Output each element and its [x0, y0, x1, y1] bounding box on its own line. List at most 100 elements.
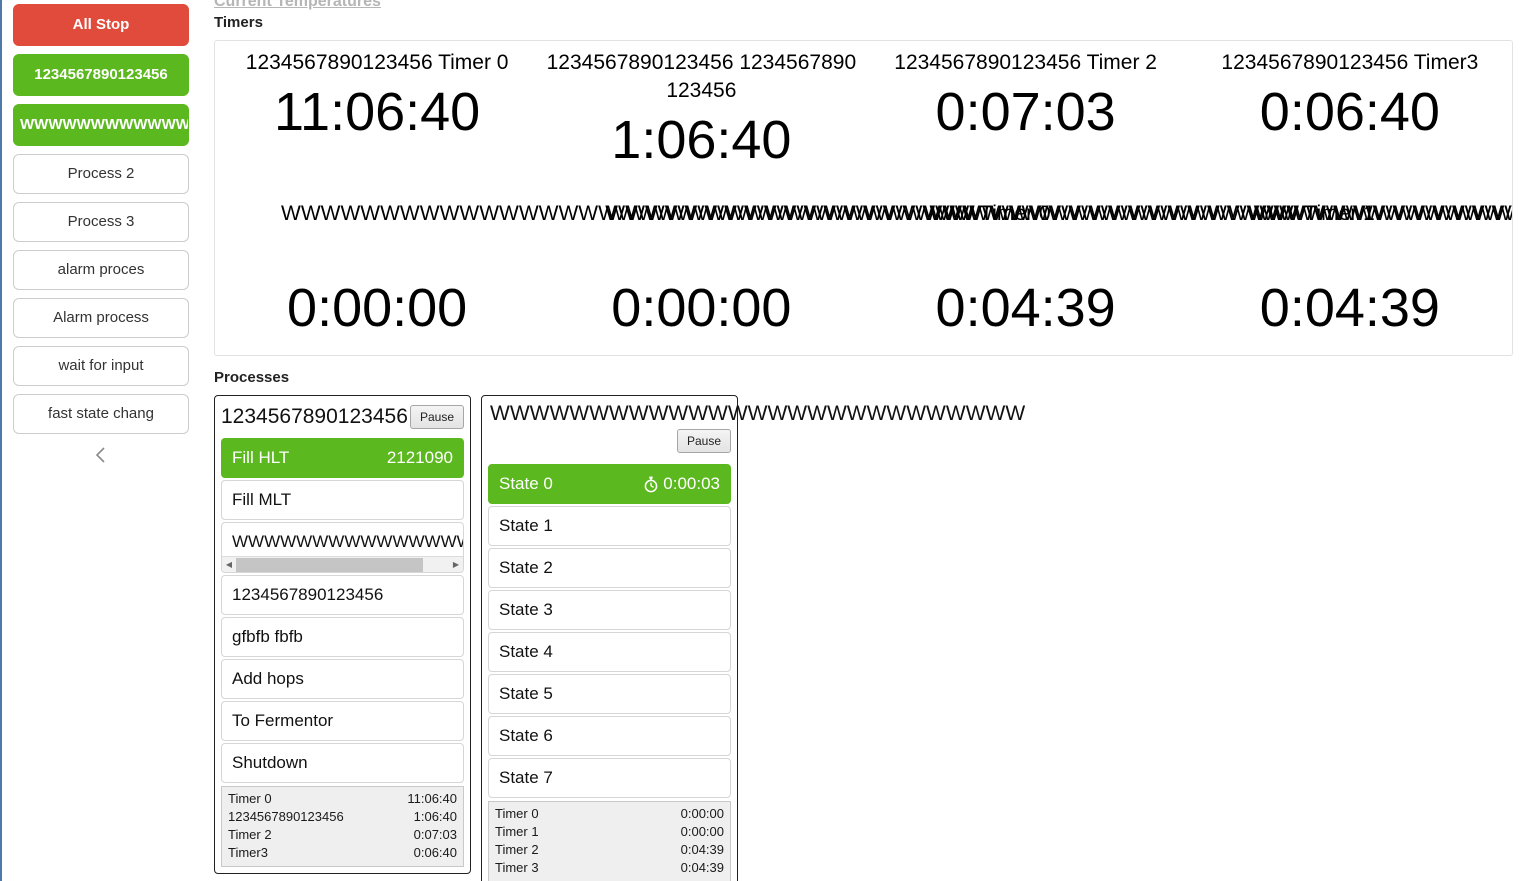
timer-cell-0: 1234567890123456 Timer 0 11:06:40 — [215, 41, 539, 199]
stopwatch-icon — [644, 476, 658, 492]
sidebar-button-8[interactable]: fast state chang — [13, 394, 189, 434]
timer-value: 1:06:40 — [611, 110, 792, 170]
timer-cell-5: WWWWWWWWWWWWWWWWWWWWWWWWWWWWWWWWWWW Time… — [539, 199, 1375, 355]
processes-row: 1234567890123456 Pause Fill HLT 2121090 Fill… — [214, 395, 1513, 881]
sidebar-button-2[interactable]: WWWWWWWWWWWWWWWWWWWWWW — [13, 104, 189, 146]
timers-panel: 1234567890123456 Timer 0 11:06:40 12345678… — [214, 40, 1513, 356]
state-item[interactable]: State 3 — [488, 590, 731, 630]
state-item-label: Shutdown — [232, 753, 308, 772]
state-item-label: State 6 — [499, 726, 553, 745]
process-timer-name: Timer3 — [228, 845, 268, 860]
process-timer-name: 1234567890123456 — [228, 809, 344, 824]
timers-grid-row2: WWWWWWWWWWWWWWWWWWWWWWWWWWWWWWWWWWW Time… — [215, 199, 1512, 355]
sidebar-button-4[interactable]: Process 3 — [13, 202, 189, 242]
pause-button[interactable]: Pause — [409, 405, 464, 429]
state-item-label: Fill HLT — [232, 448, 290, 467]
timer-label: 1234567890123456 Timer 2 — [894, 51, 1157, 74]
process-card-header: WWWWWWWWWWWWWWWWWWWWWWWWWWW Pause — [488, 401, 1025, 459]
process-timer-name: Timer 3 — [495, 860, 539, 875]
process-card-title: WWWWWWWWWWWWWWWWWWWWWWWWWWW — [490, 402, 1026, 425]
process-timer-name: Timer 0 — [495, 806, 539, 821]
state-item-label: State 1 — [499, 516, 553, 535]
state-item-label: gfbfb fbfb — [232, 627, 303, 646]
state-item[interactable]: Fill HLT 2121090 — [221, 438, 464, 478]
process-card-title: 1234567890123456 — [221, 405, 408, 428]
process-timer-value: 0:00:00 — [680, 806, 724, 821]
state-item[interactable]: Add hops — [221, 659, 464, 699]
sidebar-collapse-button[interactable] — [13, 442, 189, 468]
timer-label: 1234567890123456 Timer 0 — [245, 51, 509, 74]
process-timer-row: Timer 2 0:07:03 — [228, 826, 457, 844]
sidebar-button-7[interactable]: wait for input — [13, 346, 189, 386]
process-timer-list: Timer 0 11:06:40 1234567890123456 1:06:40 Ti… — [221, 786, 464, 867]
process-timer-value: 11:06:40 — [407, 791, 457, 806]
state-item-label: To Fermentor — [232, 711, 334, 730]
timer-cell-3: 1234567890123456 Timer3 0:06:40 — [1188, 41, 1512, 199]
process-timer-name: Timer 0 — [228, 791, 272, 806]
timer-cell-1: 1234567890123456 1234567890123456 1:06:40 — [539, 41, 863, 199]
process-timer-row: Timer 1 0:00:00 — [495, 823, 724, 841]
scroll-left-arrow-icon[interactable]: ◀ — [222, 557, 236, 573]
scrollbar-track[interactable] — [236, 556, 449, 572]
process-timer-row: Timer 0 0:00:00 — [495, 805, 724, 823]
timer-value: 11:06:40 — [274, 82, 481, 142]
state-item[interactable]: Fill MLT — [221, 480, 464, 520]
scroll-right-arrow-icon[interactable]: ▶ — [449, 557, 463, 573]
process-timer-value: 0:04:39 — [680, 860, 724, 875]
current-temperatures-link[interactable]: Current Temperatures — [214, 0, 381, 11]
timer-label: WWWWWWWWWWWWWWWWWWWWWWWWWWWWWWWWWWW Time… — [1253, 202, 1512, 225]
sidebar-button-5[interactable]: alarm proces — [13, 250, 189, 290]
process-timer-name: Timer 1 — [495, 824, 539, 839]
processes-section-title: Processes — [214, 369, 290, 386]
state-item[interactable]: gfbfb fbfb — [221, 617, 464, 657]
process-card-header: 1234567890123456 Pause — [221, 401, 464, 433]
state-item[interactable]: Shutdown — [221, 743, 464, 783]
main-content: Current Temperatures Timers 123456789012… — [200, 0, 1521, 881]
state-item[interactable]: State 5 — [488, 674, 731, 714]
state-item-label: Fill MLT — [232, 490, 292, 509]
state-item[interactable]: State 0 0:00:03 — [488, 464, 731, 504]
pause-button-wrapper: Pause — [676, 429, 731, 453]
sidebar-button-6[interactable]: Alarm process — [13, 298, 189, 338]
state-item[interactable]: WWWWWWWWWWWWWWWWWWWWWWWWWWWWWWWWWWWWWW◀▶ — [221, 522, 464, 573]
pause-button[interactable]: Pause — [676, 429, 731, 453]
state-item[interactable]: State 4 — [488, 632, 731, 672]
state-item[interactable]: To Fermentor — [221, 701, 464, 741]
state-item-label: State 2 — [499, 558, 553, 577]
state-item[interactable]: State 7 — [488, 758, 731, 798]
state-item[interactable]: 1234567890123456 — [221, 575, 464, 615]
timer-cell-7: WWWWWWWWWWWWWWWWWWWWWWWWWWWWWWWWWWW Time… — [1188, 199, 1512, 355]
process-timer-value: 0:04:39 — [680, 842, 724, 857]
process-timer-row: Timer3 0:06:40 — [228, 844, 457, 862]
state-item-value-wrap: 0:00:03 — [643, 474, 720, 494]
sidebar-button-0[interactable]: All Stop — [13, 4, 189, 46]
sidebar-button-3[interactable]: Process 2 — [13, 154, 189, 194]
timer-value: 0:07:03 — [935, 82, 1116, 142]
timers-section-title: Timers — [214, 14, 263, 31]
state-item[interactable]: State 2 — [488, 548, 731, 588]
sidebar: All Stop 1234567890123456 WWWWWWWWWWWWWWWW… — [0, 0, 200, 881]
process-timer-value: 0:00:00 — [680, 824, 724, 839]
process-timer-row: 1234567890123456 1:06:40 — [228, 808, 457, 826]
process-timer-row: Timer 2 0:04:39 — [495, 841, 724, 859]
state-item-label: State 0 — [499, 474, 553, 493]
state-item-value: 0:00:03 — [663, 474, 720, 493]
timer-label: 1234567890123456 1234567890123456 — [546, 51, 857, 102]
state-item[interactable]: State 1 — [488, 506, 731, 546]
timer-value: 0:04:39 — [1259, 278, 1440, 338]
chevron-left-icon — [95, 447, 105, 463]
timer-cell-2: 1234567890123456 Timer 2 0:07:03 — [864, 41, 1188, 199]
timer-value: 0:00:00 — [611, 278, 792, 338]
timer-value: 0:06:40 — [1259, 82, 1440, 142]
timer-value: 0:00:00 — [287, 278, 468, 338]
state-item-label: State 3 — [499, 600, 553, 619]
state-item-label: 1234567890123456 — [232, 585, 384, 604]
process-timer-row: Timer 0 11:06:40 — [228, 790, 457, 808]
state-item-value-wrap: 2121090 — [387, 448, 453, 468]
process-timer-list: Timer 0 0:00:00 Timer 1 0:00:00 Timer 2 0:04:… — [488, 801, 731, 881]
scrollbar-thumb[interactable] — [236, 557, 424, 572]
state-item[interactable]: State 6 — [488, 716, 731, 756]
sidebar-button-1[interactable]: 1234567890123456 — [13, 54, 189, 96]
horizontal-scrollbar[interactable]: ◀ ▶ — [222, 556, 463, 572]
timers-grid-row1: 1234567890123456 Timer 0 11:06:40 12345678… — [215, 41, 1512, 199]
